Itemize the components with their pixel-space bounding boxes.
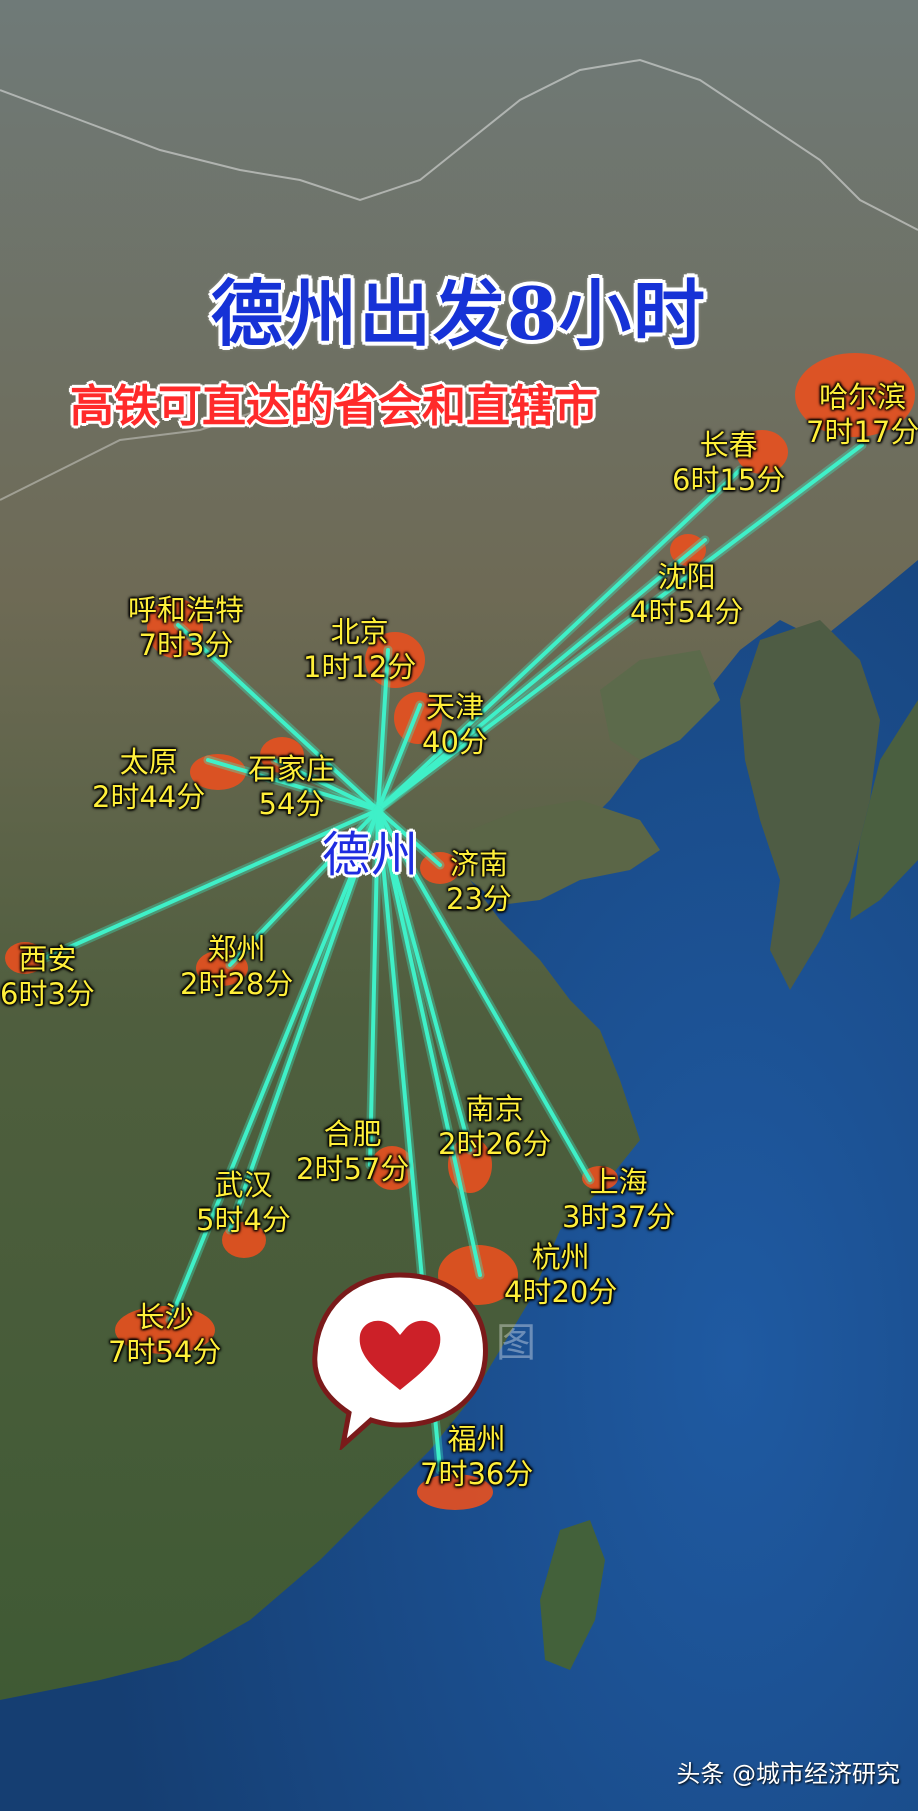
city-time: 3时37分 xyxy=(562,1200,676,1234)
city-label-zhengzhou: 郑州 2时28分 xyxy=(180,932,293,1002)
city-name: 长春 xyxy=(699,428,758,462)
city-name: 哈尔滨 xyxy=(819,380,907,414)
city-name: 呼和浩特 xyxy=(128,593,245,627)
city-label-hefei: 合肥 2时57分 xyxy=(296,1117,409,1187)
city-name: 西安 xyxy=(18,942,77,976)
city-label-taiyuan: 太原 2时44分 xyxy=(92,745,205,815)
city-label-changsha: 长沙 7时54分 xyxy=(108,1300,221,1370)
city-time: 54分 xyxy=(258,787,325,821)
city-name: 上海 xyxy=(589,1165,648,1199)
city-time: 6时3分 xyxy=(0,977,95,1011)
city-name: 沈阳 xyxy=(657,560,716,594)
city-label-tianjin: 天津 40分 xyxy=(422,690,488,760)
city-time: 1时12分 xyxy=(303,650,417,684)
city-time: 7时36分 xyxy=(420,1457,534,1491)
city-time: 7时17分 xyxy=(806,415,918,449)
city-label-beijing: 北京 1时12分 xyxy=(303,615,416,685)
city-label-changchun: 长春 6时15分 xyxy=(672,428,785,498)
map-page: 德州出发8小时 高铁可直达的省会和直辖市 德州 哈尔滨 7时17分 长春 6时1… xyxy=(0,0,918,1811)
city-name: 石家庄 xyxy=(248,752,336,786)
city-time: 23分 xyxy=(446,882,512,916)
city-name: 太原 xyxy=(119,745,178,779)
city-label-nanjing: 南京 2时26分 xyxy=(438,1092,551,1162)
city-time: 5时4分 xyxy=(196,1203,291,1237)
city-label-harbin: 哈尔滨 7时17分 xyxy=(806,380,918,450)
city-label-jinan: 济南 23分 xyxy=(446,847,512,917)
footer-credit: 头条 @城市经济研究 xyxy=(676,1760,900,1788)
city-time: 4时20分 xyxy=(504,1275,618,1309)
city-name: 天津 xyxy=(425,690,484,724)
city-time: 2时57分 xyxy=(296,1152,410,1186)
origin-city-label: 德州 xyxy=(322,827,419,883)
city-label-hohhot: 呼和浩特 7时3分 xyxy=(128,593,244,663)
city-label-shanghai: 上海 3时37分 xyxy=(562,1165,675,1235)
city-time: 4时54分 xyxy=(630,595,744,629)
city-name: 北京 xyxy=(330,615,389,649)
city-time: 2时28分 xyxy=(180,967,294,1001)
city-label-wuhan: 武汉 5时4分 xyxy=(196,1168,291,1238)
city-time: 2时44分 xyxy=(92,780,206,814)
city-time: 2时26分 xyxy=(438,1127,552,1161)
city-name: 郑州 xyxy=(207,932,266,966)
city-name: 合肥 xyxy=(323,1117,382,1151)
city-label-hangzhou: 杭州 4时20分 xyxy=(504,1240,617,1310)
watermark-glyph: 图 xyxy=(496,1320,536,1366)
city-name: 杭州 xyxy=(531,1240,590,1274)
city-label-shijiazhuang: 石家庄 54分 xyxy=(248,752,335,822)
city-time: 7时3分 xyxy=(138,628,234,662)
city-time: 6时15分 xyxy=(672,463,786,497)
map-subtitle: 高铁可直达的省会和直辖市 xyxy=(70,381,598,432)
city-name: 济南 xyxy=(449,847,508,881)
city-label-xian: 西安 6时3分 xyxy=(0,942,95,1012)
map-title: 德州出发8小时 xyxy=(210,271,708,356)
city-time: 40分 xyxy=(422,725,488,759)
city-label-shenyang: 沈阳 4时54分 xyxy=(630,560,743,630)
heart-speech-bubble-icon xyxy=(312,1272,488,1450)
city-name: 长沙 xyxy=(135,1300,194,1334)
city-name: 武汉 xyxy=(214,1168,273,1202)
city-time: 7时54分 xyxy=(108,1335,222,1369)
city-name: 南京 xyxy=(465,1092,524,1126)
